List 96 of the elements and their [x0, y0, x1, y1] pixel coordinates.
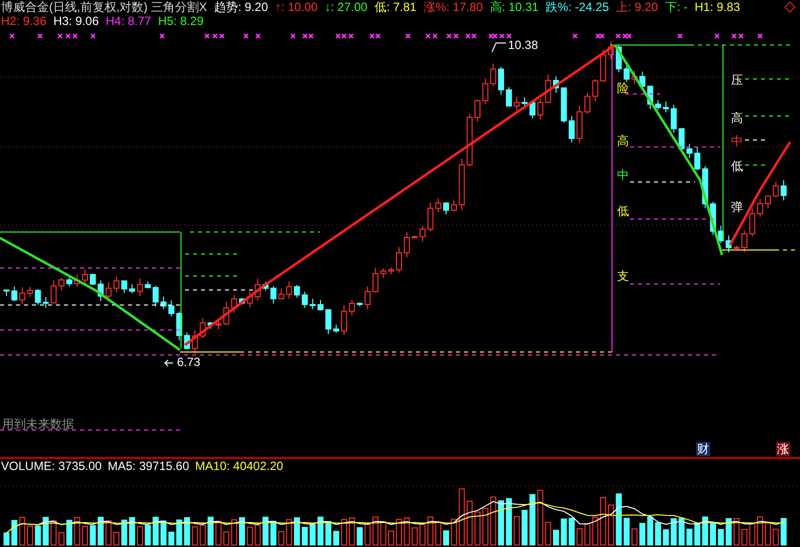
candlestick	[412, 234, 418, 238]
candlestick	[144, 280, 151, 289]
volume-value: MA10: 40402.20	[195, 459, 284, 472]
candlestick	[278, 288, 284, 300]
indicator-value: H1: 9.83	[694, 0, 740, 14]
level-label: 险	[617, 81, 629, 95]
level-label: 弹	[731, 200, 743, 214]
indicator-value: 趋势: 9.20	[214, 0, 268, 14]
candlestick	[318, 299, 324, 312]
candlestick	[90, 273, 96, 286]
indicator-value: 跌%: -24.25	[546, 0, 609, 14]
candlestick	[718, 225, 724, 244]
event-badge[interactable]: 财	[696, 442, 710, 456]
arrow-icon	[164, 360, 174, 366]
candlestick	[490, 62, 496, 87]
candlestick	[537, 98, 544, 120]
candlestick	[474, 98, 480, 122]
indicator-value: H4: 8.77	[106, 14, 152, 28]
indicator-value: 上: 9.20	[616, 0, 658, 14]
candlestick	[160, 296, 166, 310]
indicator-value: 低: 7.81	[374, 0, 416, 14]
candlestick	[380, 268, 386, 279]
candlestick	[168, 300, 174, 317]
price-label: 6.73	[177, 355, 200, 369]
warning-note: 用到未来数据	[2, 416, 74, 433]
indicator-value: H5: 8.29	[158, 14, 204, 28]
candlestick	[624, 65, 630, 82]
candlestick	[121, 280, 128, 294]
candlestick	[356, 302, 363, 307]
candlestick	[726, 234, 732, 254]
candlestick	[310, 298, 316, 310]
indicator-value: ↓: 27.00	[324, 0, 368, 14]
volume-value: MA5: 39715.60	[108, 459, 190, 472]
candlestick	[223, 301, 230, 326]
candlestick	[246, 291, 253, 308]
candlestick	[404, 232, 410, 258]
indicator-value: H2: 9.36	[1, 14, 46, 28]
candlestick	[176, 311, 182, 341]
leader-line	[492, 42, 506, 52]
candlestick	[553, 76, 559, 94]
candlestick	[435, 198, 442, 212]
price-label: 10.38	[508, 38, 538, 52]
candlestick	[42, 296, 49, 308]
candlestick	[616, 44, 622, 73]
candlestick	[694, 146, 700, 171]
candlestick	[710, 201, 716, 236]
candlestick	[458, 158, 465, 210]
candlestick	[239, 298, 245, 305]
level-label: 高	[617, 134, 629, 148]
candlestick	[82, 268, 88, 286]
level-label: 压	[731, 73, 743, 87]
candlestick	[466, 113, 473, 167]
candlestick	[254, 278, 261, 301]
candlestick	[772, 181, 779, 198]
candlestick	[702, 165, 708, 209]
candlestick	[325, 308, 332, 334]
indicator-value: H3: 9.06	[53, 14, 99, 28]
indicator-value: 高: 10.31	[490, 0, 539, 14]
candlestick	[74, 274, 80, 288]
candlestick	[98, 280, 104, 302]
indicator-value: 下: -	[664, 0, 688, 14]
candlestick	[11, 286, 18, 302]
level-label: 中	[617, 168, 629, 182]
candlestick	[632, 70, 638, 84]
candlestick	[396, 246, 402, 274]
level-label: 高	[731, 111, 743, 125]
candlestick	[670, 104, 677, 134]
event-badge[interactable]: 涨	[776, 442, 790, 456]
candlestick	[482, 78, 488, 105]
candlestick	[231, 294, 238, 314]
candlestick	[19, 286, 26, 305]
candlestick	[333, 324, 340, 334]
volume-value: VOLUME: 3735.00	[1, 459, 102, 472]
candlestick	[780, 179, 787, 201]
candlestick	[560, 87, 567, 124]
candlestick	[388, 266, 394, 275]
candlestick	[4, 290, 10, 296]
diamond-icon[interactable]	[784, 1, 796, 13]
chart-title: 博威合金(日线,前复权,对数) 三角分割X	[1, 0, 207, 14]
candlestick	[749, 207, 756, 238]
candlestick	[545, 74, 552, 104]
level-label: 中	[731, 134, 743, 148]
level-label: 支	[617, 269, 629, 283]
candlestick	[639, 71, 646, 88]
candlestick	[647, 85, 654, 110]
indicator-value: 涨%: 17.80	[423, 0, 483, 14]
candlestick	[152, 285, 159, 308]
indicator-value: ↑: 10.00	[275, 0, 318, 14]
level-label: 低	[731, 159, 743, 173]
candlestick	[592, 78, 598, 102]
level-label: 低	[617, 204, 629, 218]
candlestick	[568, 116, 575, 143]
candlestick	[302, 291, 308, 308]
candlestick	[200, 317, 206, 339]
candlestick	[514, 96, 520, 112]
candlestick	[66, 276, 72, 287]
